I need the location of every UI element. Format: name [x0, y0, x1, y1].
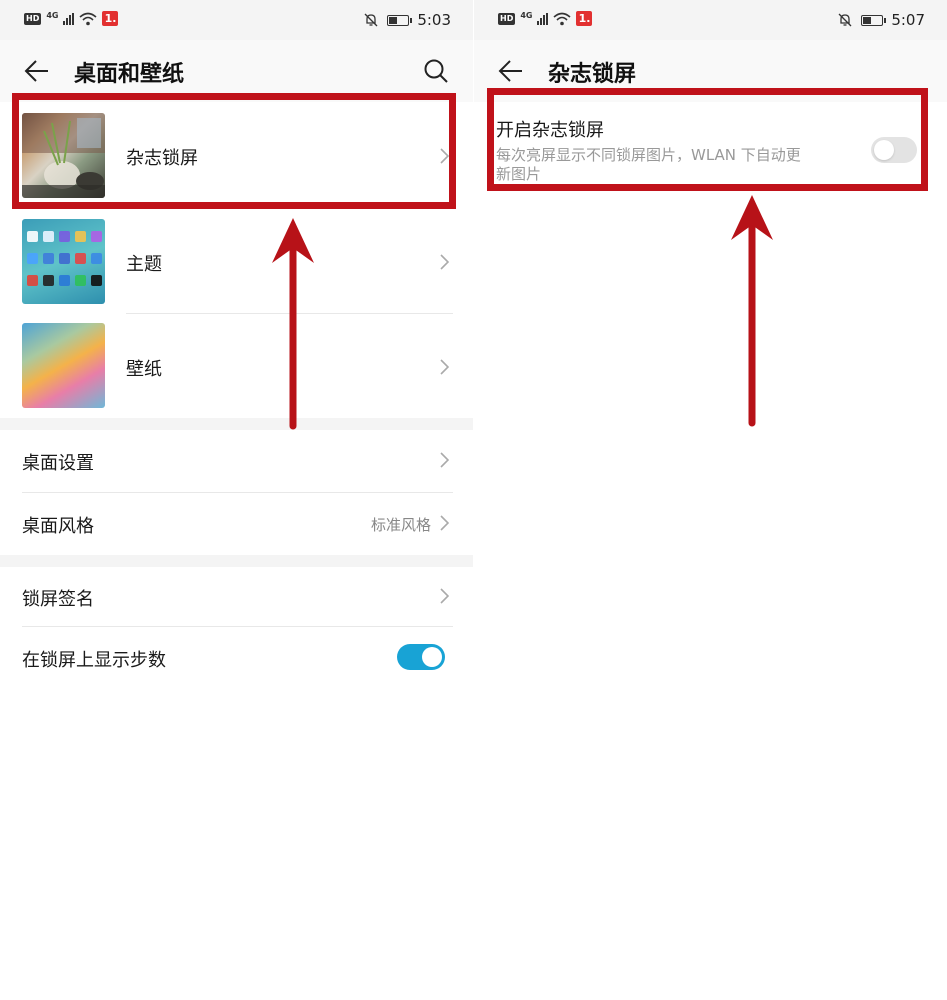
section-gap — [0, 418, 473, 430]
left-screen: HD 4G 1. 5:03 桌面和壁纸 杂志锁屏 主题 壁纸 桌面设置 桌面风格… — [0, 0, 473, 1000]
clock: 5:07 — [891, 11, 925, 29]
list-item-wallpaper[interactable]: 壁纸 — [0, 319, 473, 415]
theme-thumbnail — [22, 219, 105, 304]
mute-bell-icon — [364, 13, 378, 27]
chevron-right-icon — [440, 452, 449, 468]
battery-icon — [861, 14, 887, 26]
network-type: 4G — [46, 11, 59, 20]
search-icon[interactable] — [423, 58, 449, 84]
notification-badge: 1. — [576, 11, 593, 26]
chevron-right-icon — [440, 588, 449, 604]
chevron-right-icon — [440, 359, 449, 375]
page-title: 杂志锁屏 — [548, 62, 637, 87]
page-title: 桌面和壁纸 — [74, 62, 185, 87]
desktop-style-value: 标准风格 — [370, 516, 431, 534]
wallpaper-thumbnail — [22, 323, 105, 408]
list-item-desktop-settings[interactable]: 桌面设置 — [0, 430, 473, 492]
network-type: 4G — [520, 11, 533, 20]
item-label: 主题 — [126, 254, 162, 275]
mute-bell-icon — [838, 13, 852, 27]
highlight-box — [487, 88, 928, 191]
section-gap — [0, 555, 473, 567]
back-arrow-icon[interactable] — [498, 58, 524, 84]
chevron-right-icon — [440, 254, 449, 270]
item-label: 在锁屏上显示步数 — [22, 650, 166, 671]
list-item-lock-signature[interactable]: 锁屏签名 — [0, 567, 473, 627]
item-label: 壁纸 — [126, 359, 162, 380]
back-arrow-icon[interactable] — [24, 58, 50, 84]
status-bar: HD 4G 1. 5:03 — [0, 0, 473, 40]
right-screen: HD 4G 1. 5:07 杂志锁屏 开启杂志锁屏 每次亮屏显示不同锁屏图片，W… — [474, 0, 947, 1000]
item-label: 桌面风格 — [22, 516, 94, 537]
item-label: 锁屏签名 — [22, 589, 94, 610]
signal-icon — [63, 12, 75, 25]
hd-icon: HD — [24, 12, 42, 25]
signal-icon — [537, 12, 549, 25]
hd-icon: HD — [498, 12, 516, 25]
clock: 5:03 — [417, 11, 451, 29]
list-item-desktop-style[interactable]: 桌面风格 标准风格 — [0, 493, 473, 555]
status-bar: HD 4G 1. 5:07 — [474, 0, 947, 40]
battery-icon — [387, 14, 413, 26]
list-item-theme[interactable]: 主题 — [0, 214, 473, 310]
arrow-up-annotation — [272, 218, 314, 430]
chevron-right-icon — [440, 515, 449, 531]
item-label: 桌面设置 — [22, 453, 94, 474]
notification-badge: 1. — [102, 11, 119, 26]
highlight-box — [12, 93, 456, 209]
show-steps-toggle[interactable] — [397, 644, 445, 670]
arrow-up-annotation — [731, 195, 773, 427]
wifi-icon — [553, 12, 572, 25]
wifi-icon — [79, 12, 98, 25]
list-item-show-steps: 在锁屏上显示步数 — [0, 627, 473, 689]
